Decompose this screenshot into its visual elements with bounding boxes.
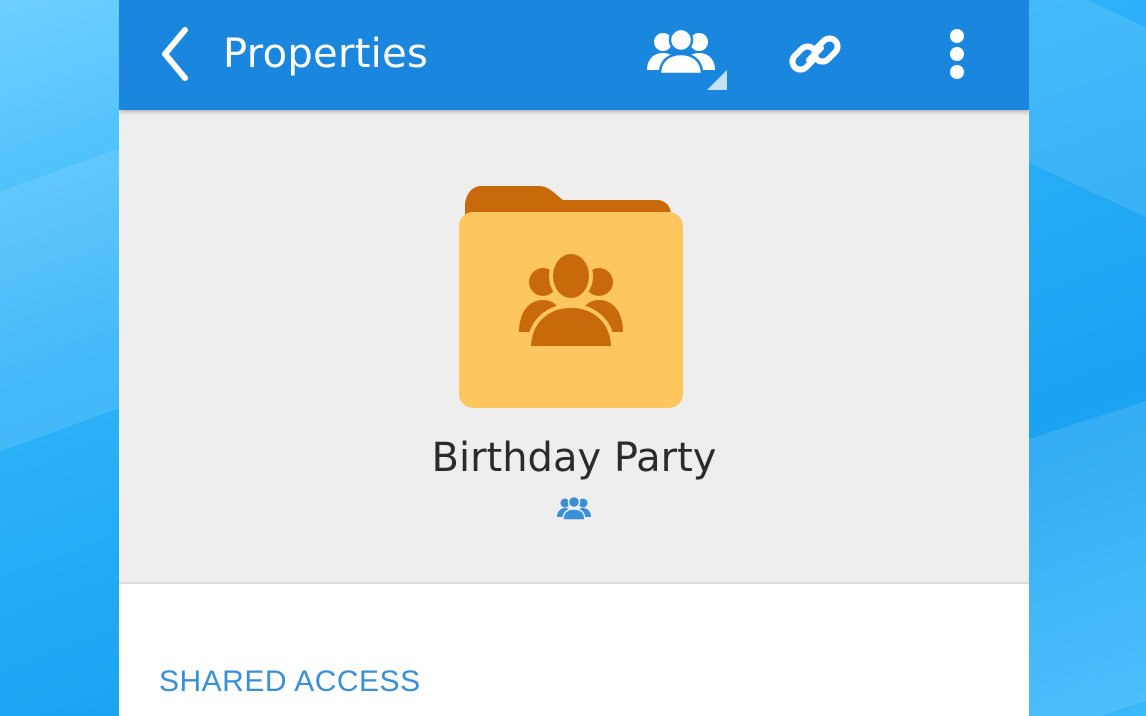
properties-screen: Properties Birthday Party SHARED ACCESS	[119, 0, 1029, 716]
folder-name: Birthday Party	[431, 435, 717, 481]
more-options-button[interactable]	[927, 18, 987, 90]
app-bar: Properties	[119, 0, 1029, 110]
wallpaper-facet	[0, 148, 119, 452]
link-button[interactable]	[775, 18, 855, 90]
chevron-left-icon	[162, 27, 188, 81]
back-button[interactable]	[147, 22, 203, 86]
shared-folder-icon	[459, 186, 683, 408]
wallpaper-facet	[1029, 400, 1146, 716]
share-button[interactable]	[631, 18, 731, 90]
dropdown-indicator-icon	[707, 70, 727, 90]
link-icon	[789, 35, 841, 73]
shared-access-heading: SHARED ACCESS	[159, 665, 421, 698]
shared-people-icon	[557, 495, 591, 521]
folder-header: Birthday Party	[119, 110, 1029, 584]
page-title: Properties	[223, 31, 429, 77]
wallpaper-facet	[1029, 0, 1146, 218]
more-vertical-icon	[950, 29, 964, 79]
